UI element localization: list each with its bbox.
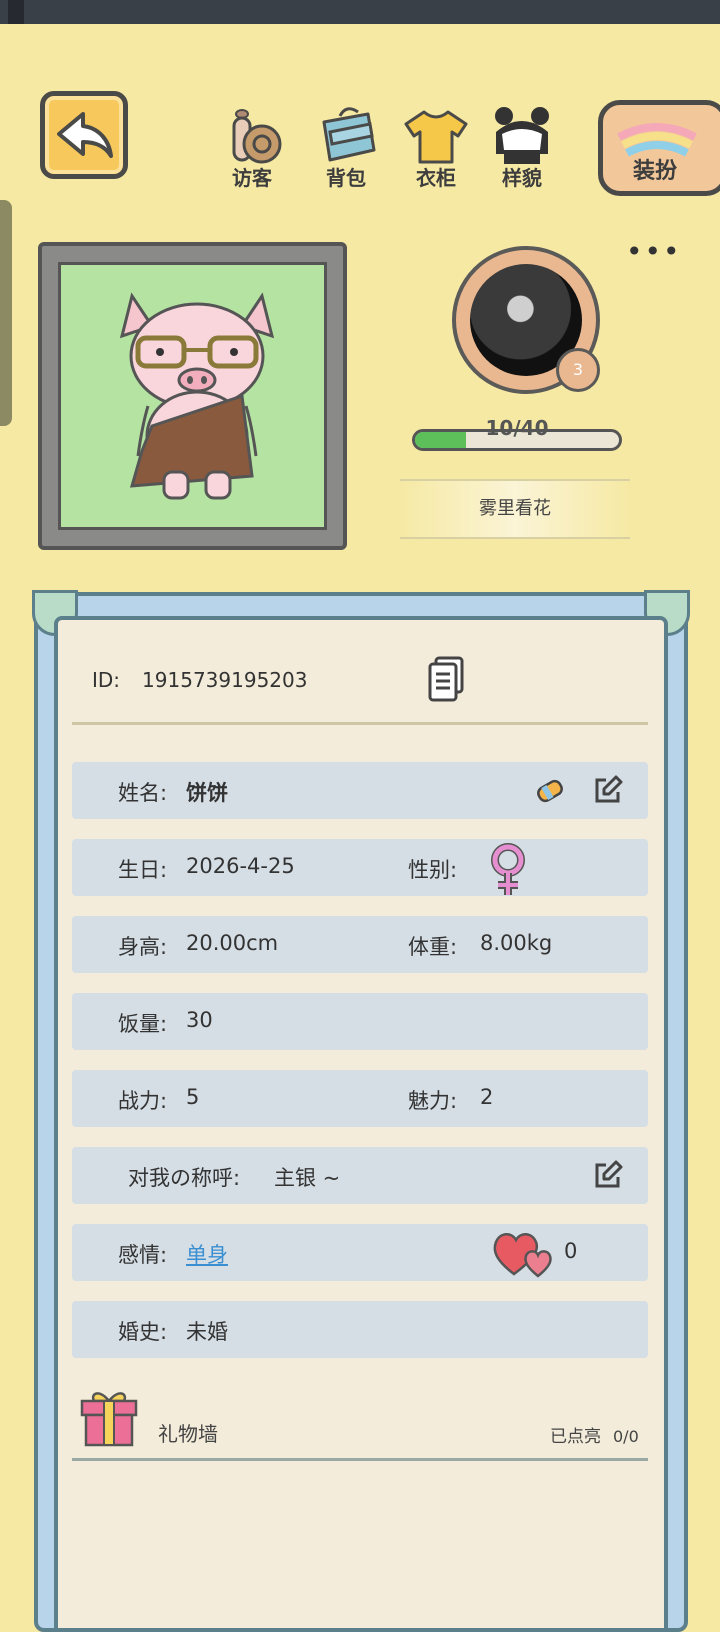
height-label: 身高: [118,935,168,959]
name-row: 姓名: 饼饼 [72,762,648,819]
gift-lit-count: 已点亮 0/0 [550,1422,639,1447]
appetite-row: 饭量: 30 [72,993,648,1050]
snail-icon [232,109,282,164]
birthday-gender-row: 生日: 2026-4-25 性别: [72,839,648,896]
charm-label: 魅力: [408,1089,458,1113]
name-value: 饼饼 [186,781,228,805]
callme-row: 对我の称呼: 主银 ~ [72,1147,648,1204]
charm-value: 2 [480,1085,494,1109]
female-symbol-icon [491,843,525,895]
id-value: 1915739195203 [142,668,308,692]
callme-value: 主银 ~ [274,1166,341,1190]
tshirt-icon [404,110,468,164]
nav-appearance[interactable]: 样貌 [482,100,562,190]
marriage-row: 婚史: 未婚 [72,1301,648,1358]
divider [72,722,648,725]
panda-face-icon [495,107,549,164]
owner-nickname: 雾里看花 [400,479,630,539]
more-options-icon[interactable]: ••• [626,238,680,266]
gender-label: 性别: [408,858,458,882]
eraser-icon[interactable] [534,776,566,806]
nav-backpack-label: 背包 [326,166,366,190]
hearts-icon [493,1233,552,1278]
power-label: 战力: [118,1089,168,1113]
appetite-label: 饭量: [118,1012,168,1036]
height-value: 20.00cm [186,931,279,955]
power-value: 5 [186,1085,200,1109]
gift-box-icon [80,1392,138,1447]
birthday-label: 生日: [118,858,168,882]
weight-label: 体重: [408,935,458,959]
rainbow-icon [617,123,697,157]
dress-up-button[interactable]: 装扮 [598,100,720,196]
gift-divider [72,1458,648,1461]
level-badge: 3 [556,348,600,392]
edit-name-icon[interactable] [592,774,624,806]
relationship-status-link[interactable]: 单身 [186,1239,228,1269]
back-arrow-icon [57,112,113,158]
status-bar-handle [8,0,24,24]
edit-callme-icon[interactable] [592,1159,624,1191]
backpack-icon [322,107,376,162]
nav-wardrobe-label: 衣柜 [416,166,456,190]
marriage-value: 未婚 [186,1320,228,1344]
nav-wardrobe[interactable]: 衣柜 [396,100,476,190]
name-label: 姓名: [118,781,168,805]
id-row: ID: 1915739195203 [92,668,307,692]
id-label: ID: [92,668,121,692]
callme-label: 对我の称呼: [128,1166,241,1190]
weight-value: 8.00kg [480,931,553,955]
copy-icon[interactable] [428,656,464,702]
appetite-value: 30 [186,1008,213,1032]
nav-visitors[interactable]: 访客 [212,100,292,190]
nav-appearance-label: 样貌 [502,166,542,190]
pig-character-image [119,292,275,500]
gift-lit-label: 已点亮 [550,1427,601,1447]
relationship-row: 感情: 单身 0 [72,1224,648,1281]
side-drawer-handle[interactable] [0,200,12,426]
hearts-count: 0 [564,1239,578,1263]
gift-wall-label: 礼物墙 [158,1422,218,1446]
gift-lit-value: 0/0 [613,1427,639,1446]
experience-text: 10/40 [485,416,549,440]
marriage-label: 婚史: [118,1320,168,1344]
power-charm-row: 战力: 5 魅力: 2 [72,1070,648,1127]
height-weight-row: 身高: 20.00cm 体重: 8.00kg [72,916,648,973]
pet-portrait-frame [38,242,347,550]
nav-visitors-label: 访客 [232,166,272,190]
nav-backpack[interactable]: 背包 [306,100,386,190]
relationship-label: 感情: [118,1243,168,1267]
birthday-value: 2026-4-25 [186,854,295,878]
back-button[interactable] [40,91,128,179]
dress-up-label: 装扮 [633,159,678,184]
status-bar [0,0,720,24]
